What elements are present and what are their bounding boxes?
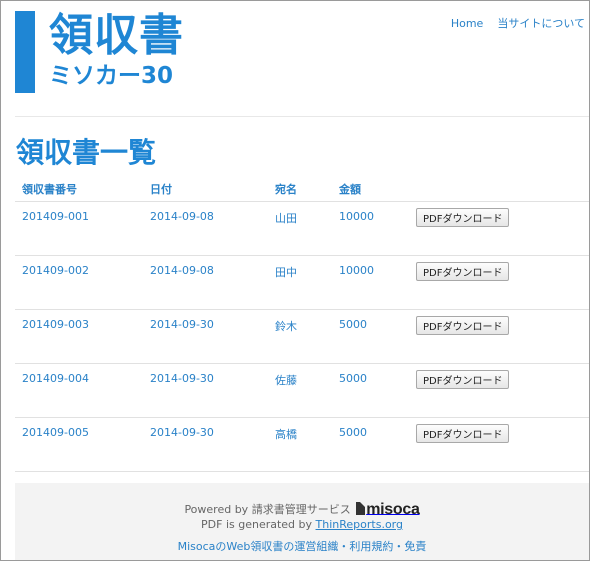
receipt-number-link[interactable]: 201409-001 xyxy=(22,210,89,223)
amount-link[interactable]: 10000 xyxy=(339,264,374,277)
receipt-number-cell: 201409-003 xyxy=(15,309,143,364)
receipt-number-cell: 201409-002 xyxy=(15,255,143,310)
date-link[interactable]: 2014-09-08 xyxy=(150,210,214,223)
date-cell: 2014-09-30 xyxy=(143,363,268,418)
receipt-number-link[interactable]: 201409-005 xyxy=(22,426,89,439)
misoca-logo-icon xyxy=(356,502,366,515)
site-footer: Powered by 請求書管理サービス misoca PDF is gener… xyxy=(15,483,589,560)
pdf-download-button[interactable]: PDFダウンロード xyxy=(416,208,510,227)
pdf-download-button[interactable]: PDFダウンロード xyxy=(416,316,510,335)
logo-title: 領収書 xyxy=(49,10,184,61)
powered-by-text: Powered by 請求書管理サービス xyxy=(184,503,351,516)
recipient-cell: 高橋 xyxy=(268,417,332,472)
pdf-download-button[interactable]: PDFダウンロード xyxy=(416,424,510,443)
action-cell: PDFダウンロード xyxy=(409,363,589,418)
nav-home-link[interactable]: Home xyxy=(451,17,483,30)
column-header-action xyxy=(409,177,589,202)
thinreports-link[interactable]: ThinReports.org xyxy=(316,518,403,531)
top-nav: Home 当サイトについて xyxy=(437,17,585,31)
pdf-download-button[interactable]: PDFダウンロード xyxy=(416,262,510,281)
column-header-recipient: 宛名 xyxy=(268,177,332,202)
amount-cell: 5000 xyxy=(332,363,409,418)
date-cell: 2014-09-30 xyxy=(143,309,268,364)
action-cell: PDFダウンロード xyxy=(409,255,589,310)
recipient-cell: 鈴木 xyxy=(268,309,332,364)
table-row: 201409-004 2014-09-30 佐藤 5000 PDFダウンロード xyxy=(15,363,589,418)
header-divider xyxy=(15,116,589,117)
receipts-table: 領収書番号 日付 宛名 金額 201409-001 2014-09-08 山田 … xyxy=(15,177,589,472)
action-cell: PDFダウンロード xyxy=(409,417,589,472)
site-header: 領収書 ミソカー30 Home 当サイトについて xyxy=(1,1,589,117)
recipient-link[interactable]: 高橋 xyxy=(275,428,297,441)
footer-links-line: MisocaのWeb領収書の運営組織・利用規約・免責 xyxy=(15,539,589,555)
recipient-cell: 山田 xyxy=(268,201,332,256)
action-cell: PDFダウンロード xyxy=(409,309,589,364)
date-link[interactable]: 2014-09-08 xyxy=(150,264,214,277)
receipt-number-link[interactable]: 201409-002 xyxy=(22,264,89,277)
browser-viewport: 領収書 ミソカー30 Home 当サイトについて 領収書一覧 領収書番号 日付 宛… xyxy=(0,0,590,561)
footer-policy-link[interactable]: MisocaのWeb領収書の運営組織・利用規約・免責 xyxy=(178,540,427,553)
amount-cell: 5000 xyxy=(332,309,409,364)
column-header-amount: 金額 xyxy=(332,177,409,202)
amount-link[interactable]: 5000 xyxy=(339,372,367,385)
table-header-row: 領収書番号 日付 宛名 金額 xyxy=(15,177,589,202)
recipient-link[interactable]: 山田 xyxy=(275,212,297,225)
column-header-receipt-number: 領収書番号 xyxy=(15,177,143,202)
pdf-generated-text: PDF is generated by xyxy=(201,518,313,531)
date-cell: 2014-09-30 xyxy=(143,417,268,472)
page-title: 領収書一覧 xyxy=(16,136,157,169)
date-cell: 2014-09-08 xyxy=(143,255,268,310)
amount-link[interactable]: 10000 xyxy=(339,210,374,223)
table-row: 201409-001 2014-09-08 山田 10000 PDFダウンロード xyxy=(15,201,589,256)
table-row: 201409-005 2014-09-30 高橋 5000 PDFダウンロード xyxy=(15,417,589,472)
amount-cell: 10000 xyxy=(332,201,409,256)
receipt-number-cell: 201409-005 xyxy=(15,417,143,472)
action-cell: PDFダウンロード xyxy=(409,201,589,256)
recipient-cell: 田中 xyxy=(268,255,332,310)
pdf-generator-line: PDF is generated by ThinReports.org xyxy=(15,517,589,533)
recipient-link[interactable]: 佐藤 xyxy=(275,374,297,387)
amount-link[interactable]: 5000 xyxy=(339,426,367,439)
date-link[interactable]: 2014-09-30 xyxy=(150,426,214,439)
table-row: 201409-002 2014-09-08 田中 10000 PDFダウンロード xyxy=(15,255,589,310)
recipient-link[interactable]: 鈴木 xyxy=(275,320,297,333)
date-link[interactable]: 2014-09-30 xyxy=(150,318,214,331)
receipt-number-cell: 201409-004 xyxy=(15,363,143,418)
receipt-number-cell: 201409-001 xyxy=(15,201,143,256)
misoca-logo-wordmark: misoca xyxy=(366,501,420,518)
nav-about-link[interactable]: 当サイトについて xyxy=(497,17,585,30)
logo-accent-bar xyxy=(15,11,35,93)
date-link[interactable]: 2014-09-30 xyxy=(150,372,214,385)
pdf-download-button[interactable]: PDFダウンロード xyxy=(416,370,510,389)
recipient-cell: 佐藤 xyxy=(268,363,332,418)
amount-link[interactable]: 5000 xyxy=(339,318,367,331)
receipt-number-link[interactable]: 201409-004 xyxy=(22,372,89,385)
amount-cell: 10000 xyxy=(332,255,409,310)
site-logo[interactable]: 領収書 ミソカー30 xyxy=(15,11,215,93)
recipient-link[interactable]: 田中 xyxy=(275,266,297,279)
amount-cell: 5000 xyxy=(332,417,409,472)
logo-subtitle: ミソカー30 xyxy=(49,63,174,89)
receipt-number-link[interactable]: 201409-003 xyxy=(22,318,89,331)
date-cell: 2014-09-08 xyxy=(143,201,268,256)
table-row: 201409-003 2014-09-30 鈴木 5000 PDFダウンロード xyxy=(15,309,589,364)
column-header-date: 日付 xyxy=(143,177,268,202)
